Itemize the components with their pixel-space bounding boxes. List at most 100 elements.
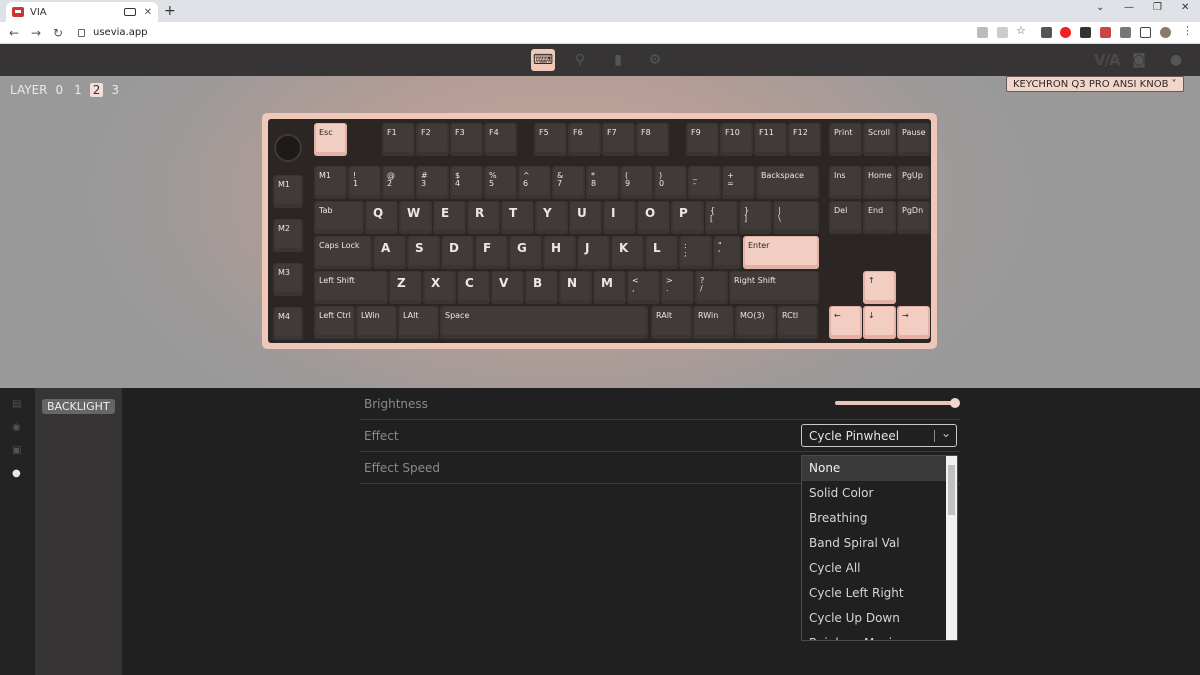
github-icon[interactable]: ● — [1164, 49, 1188, 71]
design-icon[interactable]: ▮ — [606, 49, 630, 71]
extension-opera-icon[interactable] — [1060, 27, 1071, 38]
key-f3[interactable]: F3 — [450, 123, 483, 156]
extension-3-icon[interactable] — [1100, 27, 1111, 38]
key-left-ctrl[interactable]: Left Ctrl — [314, 306, 355, 339]
dropdown-option[interactable]: Solid Color — [802, 481, 957, 506]
menu-backlight[interactable]: BACKLIGHT — [42, 399, 115, 414]
browser-tab[interactable]: VIA ✕ — [6, 2, 158, 22]
brightness-slider[interactable] — [835, 401, 955, 405]
key-1[interactable]: ! 1 — [348, 166, 381, 199]
dropdown-option[interactable]: Cycle Left Right — [802, 581, 957, 606]
chevron-down-icon[interactable]: ⌄ — [941, 426, 951, 440]
key-space[interactable]: Space — [440, 306, 648, 339]
key-mo3[interactable]: MO(3) — [735, 306, 776, 339]
key-slash[interactable]: ? / — [695, 271, 728, 304]
key-s[interactable]: S — [407, 236, 440, 269]
key-f6[interactable]: F6 — [568, 123, 601, 156]
key-m[interactable]: M — [593, 271, 626, 304]
restore-icon[interactable]: ❐ — [1153, 2, 1162, 13]
key-m3-macro[interactable]: M3 — [273, 263, 303, 296]
dropdown-option[interactable]: Cycle Up Down — [802, 606, 957, 631]
key-pgdn[interactable]: PgDn — [897, 201, 930, 234]
key-9[interactable]: ( 9 — [620, 166, 653, 199]
key-rctl[interactable]: RCtl — [777, 306, 818, 339]
dropdown-option[interactable]: None — [802, 456, 957, 481]
key-ralt[interactable]: RAlt — [651, 306, 692, 339]
key-minus[interactable]: _ - — [688, 166, 721, 199]
key-print[interactable]: Print — [829, 123, 862, 156]
key-f2[interactable]: F2 — [416, 123, 449, 156]
save-load-icon[interactable]: ▣ — [12, 445, 23, 456]
key-n[interactable]: N — [559, 271, 592, 304]
reload-icon[interactable]: ↻ — [50, 26, 66, 40]
effect-select[interactable]: Cycle Pinwheel ⌄ — [801, 424, 957, 447]
key-y[interactable]: Y — [535, 201, 568, 234]
key-m2-macro[interactable]: M2 — [273, 219, 303, 252]
key-t[interactable]: T — [501, 201, 534, 234]
browser-menu-icon[interactable]: ⋮ — [1182, 24, 1193, 37]
dropdown-option[interactable]: Rainbow Moving Chevron — [802, 631, 957, 640]
key-g[interactable]: G — [509, 236, 542, 269]
configure-icon[interactable]: ⚲ — [568, 49, 592, 71]
dropdown-option[interactable]: Cycle All — [802, 556, 957, 581]
key-b[interactable]: B — [525, 271, 558, 304]
key-f12[interactable]: F12 — [788, 123, 821, 156]
key-0[interactable]: ) 0 — [654, 166, 687, 199]
key-3[interactable]: # 3 — [416, 166, 449, 199]
key-w[interactable]: W — [399, 201, 432, 234]
key-5[interactable]: % 5 — [484, 166, 517, 199]
key-f7[interactable]: F7 — [602, 123, 635, 156]
key-home[interactable]: Home — [863, 166, 896, 199]
key-pgup[interactable]: PgUp — [897, 166, 930, 199]
key-f9[interactable]: F9 — [686, 123, 719, 156]
key-m1[interactable]: M1 — [314, 166, 347, 199]
key-period[interactable]: > . — [661, 271, 694, 304]
layer-1[interactable]: 1 — [71, 83, 85, 97]
translate-icon[interactable] — [977, 27, 988, 38]
close-tab-icon[interactable]: ✕ — [144, 7, 152, 18]
key-6[interactable]: ^ 6 — [518, 166, 551, 199]
share-icon[interactable] — [997, 27, 1008, 38]
brightness-slider-thumb[interactable] — [950, 398, 960, 408]
key-j[interactable]: J — [577, 236, 610, 269]
key-semicolon[interactable]: : ; — [679, 236, 712, 269]
key-p[interactable]: P — [671, 201, 704, 234]
key-left[interactable]: ← — [829, 306, 862, 339]
keyboard-icon[interactable]: ⌨ — [531, 49, 555, 71]
key-scroll[interactable]: Scroll — [863, 123, 896, 156]
dropdown-option[interactable]: Breathing — [802, 506, 957, 531]
key-f10[interactable]: F10 — [720, 123, 753, 156]
minimize-icon[interactable]: — — [1124, 2, 1134, 13]
key-8[interactable]: * 8 — [586, 166, 619, 199]
key-d[interactable]: D — [441, 236, 474, 269]
key-down[interactable]: ↓ — [863, 306, 896, 339]
key-f8[interactable]: F8 — [636, 123, 669, 156]
key-backslash[interactable]: | \ — [773, 201, 819, 234]
extension-2-icon[interactable] — [1080, 27, 1091, 38]
close-window-icon[interactable]: ✕ — [1181, 2, 1189, 13]
key-esc[interactable]: Esc — [314, 123, 347, 156]
key-4[interactable]: $ 4 — [450, 166, 483, 199]
key-left-bracket[interactable]: { [ — [705, 201, 738, 234]
key-pause[interactable]: Pause — [897, 123, 930, 156]
key-backspace[interactable]: Backspace — [756, 166, 819, 199]
key-l[interactable]: L — [645, 236, 678, 269]
key-del[interactable]: Del — [829, 201, 862, 234]
key-end[interactable]: End — [863, 201, 896, 234]
key-7[interactable]: & 7 — [552, 166, 585, 199]
key-x[interactable]: X — [423, 271, 456, 304]
key-a[interactable]: A — [373, 236, 406, 269]
lighting-bulb-icon[interactable]: ● — [12, 468, 23, 479]
key-m1-macro[interactable]: M1 — [273, 175, 303, 208]
address-bar[interactable]: usevia.app — [78, 27, 148, 38]
key-comma[interactable]: < , — [627, 271, 660, 304]
discord-icon[interactable]: ◙ — [1127, 49, 1151, 71]
bookmark-star-icon[interactable]: ☆ — [1016, 24, 1027, 37]
key-enter[interactable]: Enter — [743, 236, 819, 269]
key-r[interactable]: R — [467, 201, 500, 234]
key-f[interactable]: F — [475, 236, 508, 269]
key-q[interactable]: Q — [365, 201, 398, 234]
new-tab-icon[interactable]: + — [164, 3, 176, 19]
layer-0[interactable]: 0 — [53, 83, 67, 97]
key-h[interactable]: H — [543, 236, 576, 269]
